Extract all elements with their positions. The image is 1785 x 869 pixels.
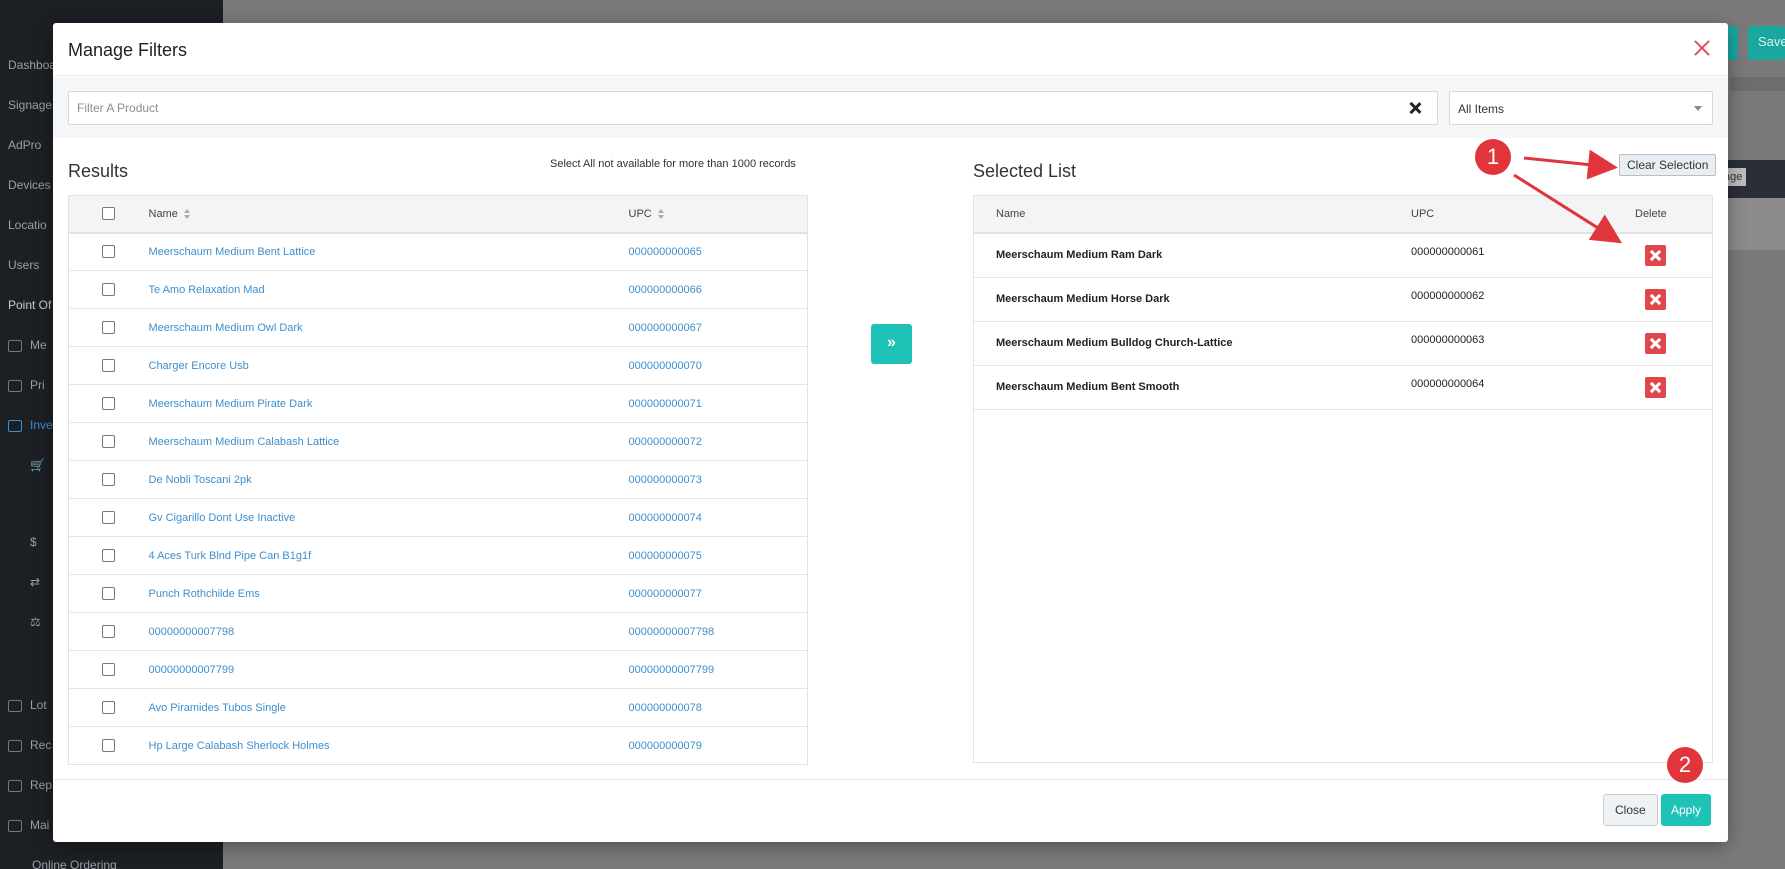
annotation-badge-2: 2 [1667, 747, 1703, 783]
annotation-arrows [1513, 149, 1623, 244]
annotation-badge-1: 1 [1475, 139, 1511, 175]
arrow-to-delete-button [1513, 173, 1623, 244]
arrow-to-clear-selection [1523, 149, 1618, 180]
